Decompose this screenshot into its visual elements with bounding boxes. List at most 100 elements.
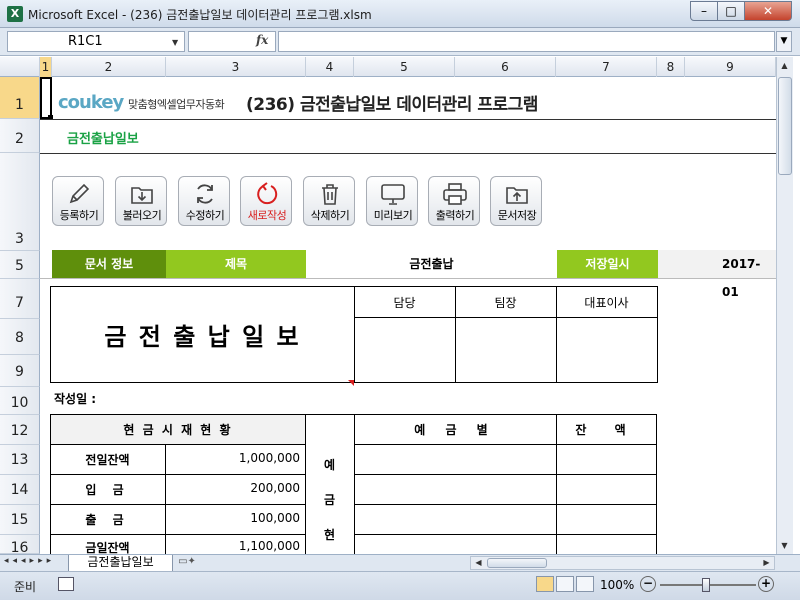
page-layout-view-icon[interactable] xyxy=(556,576,574,592)
sheet-tab-active[interactable]: 금전출납일보 xyxy=(68,555,173,572)
approval-header: 팀장 xyxy=(494,296,517,310)
new-circle-icon xyxy=(257,182,278,205)
signature-cell[interactable] xyxy=(355,318,454,382)
coukey-logo: coukey xyxy=(58,92,124,113)
row-header[interactable]: 12 xyxy=(0,415,40,445)
zoom-out-button[interactable]: − xyxy=(640,576,656,592)
active-cell[interactable] xyxy=(40,77,52,119)
normal-view-icon[interactable] xyxy=(536,576,554,592)
horizontal-scroll-thumb[interactable] xyxy=(487,558,547,568)
column-header[interactable]: 3 xyxy=(166,57,306,77)
scroll-right-icon[interactable]: ▶ xyxy=(759,558,774,567)
row-header[interactable]: 15 xyxy=(0,505,40,535)
preview-button-label[interactable]: 미리보기 xyxy=(366,207,420,223)
row-header[interactable]: 7 xyxy=(0,279,40,319)
save-document-button-label[interactable]: 문서저장 xyxy=(490,207,544,223)
zoom-slider-thumb[interactable] xyxy=(702,578,710,592)
sheet-tab-bar: ◂◂◂▸▸▸ 금전출납일보 ▭✦ ◀ ▶ xyxy=(0,554,800,572)
load-button-label[interactable]: 불러오기 xyxy=(115,207,169,223)
row-header[interactable]: 14 xyxy=(0,475,40,505)
row-header[interactable]: 10 xyxy=(0,387,40,415)
signature-cell[interactable] xyxy=(456,318,555,382)
macro-record-icon[interactable] xyxy=(58,577,74,591)
page-break-view-icon[interactable] xyxy=(576,576,594,592)
deposit-side-label: 금 xyxy=(323,493,336,507)
divider xyxy=(40,278,776,279)
vertical-scrollbar[interactable]: ▲ ▼ xyxy=(776,57,793,554)
row-header[interactable]: 16 xyxy=(0,535,40,556)
deposit-side-label: 현 xyxy=(323,528,336,542)
new-document-button-label[interactable]: 새로작성 xyxy=(240,207,294,223)
printer-icon xyxy=(443,183,467,205)
cash-status-header: 현 금 시 재 현 황 xyxy=(123,423,233,437)
title-value[interactable]: 금전출납 xyxy=(306,250,557,278)
date-label: 작성일 : xyxy=(54,392,97,406)
divider xyxy=(50,504,305,505)
divider xyxy=(354,474,657,475)
zoom-level[interactable]: 100% xyxy=(600,578,634,592)
column-header[interactable]: 2 xyxy=(52,57,166,77)
column-header[interactable]: 5 xyxy=(354,57,455,77)
zoom-in-button[interactable]: + xyxy=(758,576,774,592)
register-button-label[interactable]: 등록하기 xyxy=(52,207,106,223)
vertical-scroll-thumb[interactable] xyxy=(778,77,792,175)
row-header[interactable]: 2 xyxy=(0,119,40,153)
scroll-up-icon[interactable]: ▲ xyxy=(777,61,792,70)
window-title: Microsoft Excel - (236) 금전출납일보 데이터관리 프로그… xyxy=(28,8,372,22)
close-button[interactable]: ✕ xyxy=(744,1,792,21)
select-all-corner[interactable] xyxy=(0,57,40,77)
sheet-nav-arrows-icon[interactable]: ◂◂◂▸▸▸ xyxy=(4,556,55,566)
worksheet-grid[interactable]: coukey 맞춤형엑셀업무자동화 (236) 금전출납일보 데이터관리 프로그… xyxy=(40,77,776,554)
scroll-down-icon[interactable]: ▼ xyxy=(777,541,792,550)
insert-sheet-icon[interactable]: ▭✦ xyxy=(176,556,198,570)
row-header[interactable]: 1 xyxy=(0,77,40,119)
cash-row-value[interactable]: 1,100,000 xyxy=(166,539,300,553)
column-header[interactable]: 9 xyxy=(685,57,776,77)
logo-tagline: 맞춤형엑셀업무자동화 xyxy=(128,98,225,111)
row-header[interactable]: 3 xyxy=(0,153,40,251)
pencil-icon xyxy=(69,183,90,204)
column-header[interactable]: 7 xyxy=(556,57,657,77)
trash-icon xyxy=(322,184,338,205)
row-header[interactable]: 5 xyxy=(0,251,40,279)
cash-row-label: 출 금 xyxy=(85,513,130,527)
monitor-icon xyxy=(381,184,405,205)
chevron-down-icon[interactable]: ▼ xyxy=(172,38,178,47)
doc-info-label: 문서 정보 xyxy=(52,250,166,278)
modify-button-label[interactable]: 수정하기 xyxy=(178,207,232,223)
row-header[interactable]: 8 xyxy=(0,319,40,355)
folder-download-icon xyxy=(131,187,153,204)
row-header[interactable]: 9 xyxy=(0,355,40,387)
cash-row-value[interactable]: 1,000,000 xyxy=(166,451,300,465)
deposit-side-label: 예 xyxy=(323,458,336,472)
print-button-label[interactable]: 출력하기 xyxy=(428,207,482,223)
cash-row-label: 금일잔액 xyxy=(85,541,130,554)
cash-row-value[interactable]: 100,000 xyxy=(166,511,300,525)
save-date-label: 저장일시 xyxy=(557,250,658,278)
cash-row-value[interactable]: 200,000 xyxy=(166,481,300,495)
scroll-left-icon[interactable]: ◀ xyxy=(471,558,486,567)
insert-function-icon[interactable]: fx xyxy=(256,33,268,47)
approval-header: 담당 xyxy=(393,296,416,310)
row-header[interactable]: 13 xyxy=(0,445,40,475)
expand-formula-bar-icon[interactable]: ▼ xyxy=(776,31,792,52)
column-header[interactable]: 6 xyxy=(455,57,556,77)
cash-row-label: 전일잔액 xyxy=(85,453,130,467)
divider xyxy=(354,534,657,535)
title-label: 제목 xyxy=(166,250,306,278)
column-header[interactable]: 8 xyxy=(657,57,685,77)
excel-app-icon[interactable]: X xyxy=(7,6,23,22)
column-header[interactable]: 4 xyxy=(306,57,354,77)
delete-button-label[interactable]: 삭제하기 xyxy=(303,207,357,223)
formula-input[interactable] xyxy=(278,31,775,52)
save-date-value[interactable]: 2017-01 xyxy=(658,250,776,299)
sheet-subtitle: 금전출납일보 xyxy=(67,132,139,147)
deposit-header: 예 금 별 xyxy=(414,423,496,437)
name-box[interactable]: R1C1 xyxy=(7,31,185,52)
horizontal-scrollbar[interactable]: ◀ ▶ xyxy=(470,556,775,570)
minimize-button[interactable]: – xyxy=(690,1,718,21)
column-headers: 1 2 3 4 5 6 7 8 9 xyxy=(0,57,776,77)
signature-cell[interactable] xyxy=(557,318,657,382)
column-header[interactable]: 1 xyxy=(40,57,52,77)
maximize-button[interactable]: □ xyxy=(717,1,745,21)
